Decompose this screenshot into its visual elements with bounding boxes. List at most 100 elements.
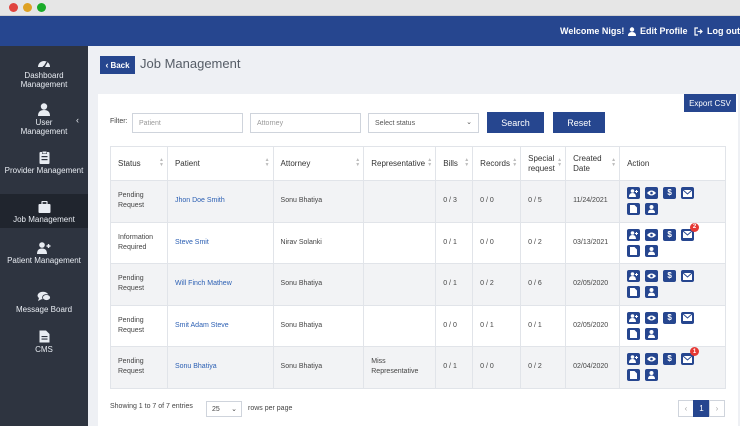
next-page-button[interactable]: ›: [709, 400, 725, 417]
add-user-action-button[interactable]: [627, 187, 641, 200]
column-header-records[interactable]: Records ▲ ▼: [472, 146, 522, 181]
chevron-down-icon: ⌄: [466, 119, 472, 126]
mail-action-button[interactable]: [681, 311, 695, 324]
person-action-button[interactable]: [645, 369, 659, 382]
records-cell: 0 / 0: [472, 180, 522, 223]
document-action-button[interactable]: [627, 203, 641, 216]
view-action-button[interactable]: [645, 187, 659, 200]
sidebar-item-dashboard[interactable]: Dashboard Management: [0, 56, 88, 92]
patient-link[interactable]: Will Finch Mathew: [166, 263, 274, 306]
view-icon: [647, 315, 657, 321]
action-cell: $1: [619, 346, 726, 389]
page-1-button[interactable]: 1: [693, 400, 710, 417]
column-header-bills[interactable]: Bills ▲ ▼: [435, 146, 474, 181]
patient-link[interactable]: Jhon Doe Smith: [166, 180, 274, 223]
mail-action-button[interactable]: 2: [681, 222, 700, 241]
bills-cell: 0 / 1: [435, 346, 474, 389]
records-cell: 0 / 2: [472, 263, 522, 306]
special-request-cell: 0 / 5: [520, 180, 567, 223]
sidebar-item-label: Patient Management: [7, 256, 81, 265]
sort-icon: ▲ ▼: [264, 157, 270, 168]
status-cell: Pending Request: [110, 263, 168, 306]
created-date-cell: 03/13/2021: [565, 221, 621, 264]
sidebar-item-provider-management[interactable]: Provider Management: [0, 151, 88, 187]
records-cell: 0 / 0: [472, 221, 522, 264]
document-action-button[interactable]: [627, 286, 641, 299]
sort-icon: ▲ ▼: [557, 157, 563, 168]
notification-badge: 2: [690, 222, 700, 232]
add-user-action-button[interactable]: [627, 311, 641, 324]
person-action-button[interactable]: [645, 286, 659, 299]
dollar-action-button[interactable]: $: [663, 228, 677, 241]
view-action-button[interactable]: [645, 353, 659, 366]
add-user-icon: [629, 189, 639, 198]
dollar-action-button[interactable]: $: [663, 270, 677, 283]
person-icon: [648, 371, 656, 380]
records-cell: 0 / 0: [472, 346, 522, 389]
dollar-action-button[interactable]: $: [663, 353, 677, 366]
mail-action-button[interactable]: 1: [681, 347, 700, 366]
action-cell: $: [619, 180, 726, 223]
edit-profile-link[interactable]: Edit Profile: [628, 26, 688, 36]
add-user-action-button[interactable]: [627, 228, 641, 241]
filter-label: Filter:: [110, 118, 128, 125]
dollar-icon: $: [667, 229, 672, 239]
created-date-cell: 02/05/2020: [565, 304, 621, 347]
person-action-button[interactable]: [645, 244, 659, 257]
patient-link[interactable]: Smit Adam Steve: [166, 304, 274, 347]
rows-per-page-select[interactable]: 25 ⌄: [206, 401, 242, 417]
attorney-filter-input[interactable]: Attorney: [250, 113, 361, 133]
created-date-cell: 02/05/2020: [565, 263, 621, 306]
person-action-button[interactable]: [645, 203, 659, 216]
sidebar-item-job-management[interactable]: Job Management: [0, 194, 88, 228]
jobs-table: Status ▲ ▼ Patient ▲ ▼ Attorney ▲ ▼ Representa…: [110, 146, 726, 389]
dollar-action-button[interactable]: $: [663, 311, 677, 324]
sidebar-item-message-board[interactable]: Message Board: [0, 290, 88, 316]
document-action-button[interactable]: [627, 244, 641, 257]
column-header-attorney[interactable]: Attorney ▲ ▼: [272, 146, 365, 181]
column-header-representative[interactable]: Representative ▲ ▼: [363, 146, 437, 181]
document-icon: [630, 205, 638, 214]
back-button[interactable]: ‹ Back: [100, 56, 135, 74]
column-header-special-request[interactable]: Special request ▲ ▼: [520, 146, 567, 181]
mail-action-button[interactable]: [681, 270, 695, 283]
document-action-button[interactable]: [627, 369, 641, 382]
sidebar-item-cms[interactable]: CMS: [0, 330, 88, 356]
export-csv-button[interactable]: Export CSV: [684, 94, 736, 112]
logout-link[interactable]: Log out: [694, 26, 740, 36]
view-action-button[interactable]: [645, 311, 659, 324]
status-select[interactable]: Select status ⌄: [368, 113, 479, 133]
sidebar-item-patient-management[interactable]: Patient Management: [0, 241, 88, 277]
minimize-window-dot[interactable]: [23, 3, 32, 12]
patient-link[interactable]: Steve Smit: [166, 221, 274, 264]
previous-page-button[interactable]: ‹: [678, 400, 694, 417]
maximize-window-dot[interactable]: [37, 3, 46, 12]
add-user-action-button[interactable]: [627, 270, 641, 283]
patient-filter-input[interactable]: Patient: [132, 113, 243, 133]
attorney-cell: Sonu Bhatiya: [272, 304, 365, 347]
sidebar-item-user-management[interactable]: User Management ‹: [0, 103, 88, 139]
reset-button[interactable]: Reset: [553, 112, 605, 133]
chevron-down-icon: ⌄: [231, 406, 237, 413]
action-cell: $: [619, 304, 726, 347]
column-header-status[interactable]: Status ▲ ▼: [110, 146, 168, 181]
action-buttons: $: [627, 270, 718, 299]
sort-icon: ▲ ▼: [355, 157, 361, 168]
dollar-action-button[interactable]: $: [663, 187, 677, 200]
table-row: Pending Request Sonu Bhatiya Sonu Bhatiya M…: [110, 346, 726, 389]
view-action-button[interactable]: [645, 270, 659, 283]
document-action-button[interactable]: [627, 327, 641, 340]
column-header-patient[interactable]: Patient ▲ ▼: [166, 146, 274, 181]
view-action-button[interactable]: [645, 228, 659, 241]
document-icon: [630, 288, 638, 297]
close-window-dot[interactable]: [9, 3, 18, 12]
column-header-created-date[interactable]: Created Date ▲ ▼: [565, 146, 621, 181]
search-button[interactable]: Search: [487, 112, 544, 133]
edit-profile-label: Edit Profile: [640, 26, 688, 36]
status-cell: Information Required: [110, 221, 168, 264]
person-action-button[interactable]: [645, 327, 659, 340]
patient-link[interactable]: Sonu Bhatiya: [166, 346, 274, 389]
mail-action-button[interactable]: [681, 187, 695, 200]
sidebar-item-label: Dashboard Management: [20, 71, 68, 89]
add-user-action-button[interactable]: [627, 353, 641, 366]
